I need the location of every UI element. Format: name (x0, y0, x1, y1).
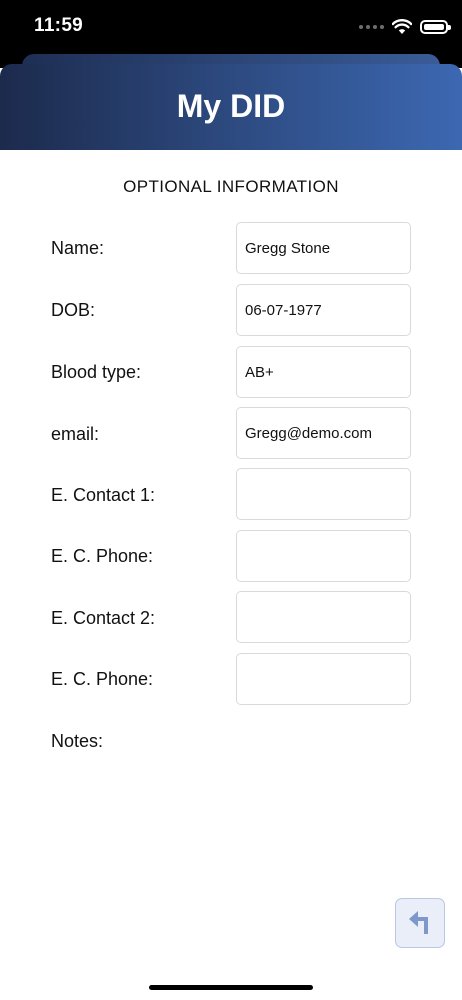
section-title: OPTIONAL INFORMATION (123, 177, 339, 196)
dob-label: DOB: (51, 300, 96, 320)
emergency-contact-1-label: E. Contact 1: (51, 485, 156, 505)
dob-field[interactable] (236, 284, 411, 336)
emergency-phone-1-label: E. C. Phone: (51, 546, 154, 566)
status-icons (359, 17, 451, 37)
app-header: My DID (0, 64, 462, 150)
status-time: 11:59 (34, 15, 84, 36)
page-title: My DID (176, 87, 286, 124)
back-button[interactable] (395, 898, 445, 948)
emergency-contact-1-field[interactable] (236, 468, 411, 520)
return-arrow-icon (409, 911, 428, 934)
name-label: Name: (51, 238, 105, 258)
notes-label: Notes: (51, 731, 104, 751)
emergency-phone-2-field[interactable] (236, 653, 411, 705)
emergency-contact-2-label: E. Contact 2: (51, 608, 156, 628)
home-indicator (149, 985, 313, 990)
emergency-phone-2-label: E. C. Phone: (51, 669, 154, 689)
email-field[interactable] (236, 407, 411, 459)
blood-type-field[interactable] (236, 346, 411, 398)
wifi-icon (392, 19, 412, 34)
battery-icon (420, 20, 451, 34)
cellular-signal-icon (359, 25, 384, 29)
name-field[interactable] (236, 222, 411, 274)
emergency-contact-2-field[interactable] (236, 591, 411, 643)
emergency-phone-1-field[interactable] (236, 530, 411, 582)
blood-type-label: Blood type: (51, 362, 142, 382)
email-label: email: (51, 424, 100, 444)
